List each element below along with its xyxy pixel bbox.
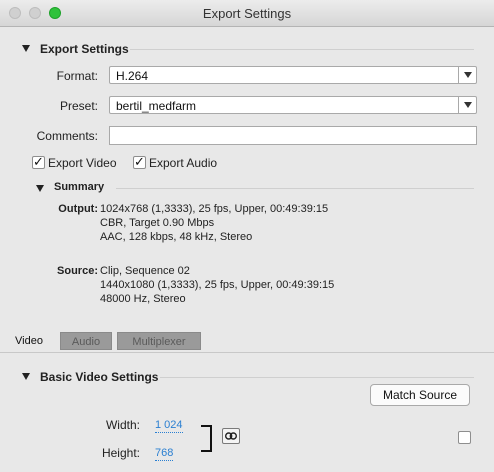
dropdown-arrow-icon — [464, 72, 472, 78]
export-settings-panel: Export Settings Format: H.264 Preset: be… — [0, 28, 494, 318]
output-label: Output: — [58, 203, 98, 215]
format-value: H.264 — [116, 69, 149, 83]
chain-link-icon[interactable] — [222, 428, 240, 444]
format-select[interactable]: H.264 — [109, 66, 477, 84]
basic-video-checkbox[interactable] — [458, 431, 471, 444]
height-value[interactable]: 768 — [155, 447, 174, 461]
divider — [160, 377, 474, 378]
width-value[interactable]: 1 024 — [155, 419, 183, 433]
checkmark-icon: ✓ — [33, 154, 44, 169]
checkmark-icon: ✓ — [134, 154, 145, 169]
divider — [130, 49, 474, 50]
output-line: AAC, 128 kbps, 48 kHz, Stereo — [100, 231, 253, 243]
source-line: 1440x1080 (1,3333), 25 fps, Upper, 00:49… — [100, 279, 335, 291]
tab-multiplexer[interactable]: Multiplexer — [117, 332, 201, 350]
export-video-checkbox[interactable]: ✓ — [32, 154, 45, 169]
export-settings-heading: Export Settings — [40, 42, 129, 56]
tab-video[interactable]: Video — [4, 332, 54, 350]
title-bar: Export Settings — [0, 0, 494, 27]
source-line: Clip, Sequence 02 — [100, 265, 190, 277]
dropdown-arrow-icon — [464, 102, 472, 108]
comments-field[interactable] — [109, 126, 477, 145]
width-label: Width: — [105, 418, 140, 432]
export-video-label[interactable]: Export Video — [48, 156, 117, 170]
settings-tabs: Video Audio Multiplexer — [0, 329, 494, 353]
constrain-bracket — [201, 425, 212, 452]
preset-value: bertil_medfarm — [116, 99, 197, 113]
export-audio-label[interactable]: Export Audio — [149, 156, 217, 170]
output-line: CBR, Target 0.90 Mbps — [100, 217, 215, 229]
basic-video-settings-heading: Basic Video Settings — [40, 370, 159, 384]
window-title: Export Settings — [202, 6, 292, 21]
source-label: Source: — [57, 265, 98, 277]
basic-video-settings-panel: Basic Video Settings Match Source Width:… — [0, 352, 494, 472]
tab-audio[interactable]: Audio — [60, 332, 112, 350]
summary-heading: Summary — [54, 181, 105, 193]
format-label: Format: — [56, 69, 98, 83]
comments-label: Comments: — [36, 129, 98, 143]
collapse-triangle-icon[interactable] — [22, 45, 30, 52]
summary-collapse-triangle-icon[interactable] — [36, 185, 44, 192]
preset-select[interactable]: bertil_medfarm — [109, 96, 477, 114]
match-source-button[interactable]: Match Source — [370, 384, 470, 406]
divider — [116, 188, 474, 189]
source-line: 48000 Hz, Stereo — [100, 293, 186, 305]
export-audio-checkbox[interactable]: ✓ — [133, 154, 146, 169]
height-label: Height: — [101, 446, 140, 460]
output-line: 1024x768 (1,3333), 25 fps, Upper, 00:49:… — [100, 203, 329, 215]
preset-label: Preset: — [59, 99, 98, 113]
basic-video-collapse-triangle-icon[interactable] — [22, 373, 30, 380]
